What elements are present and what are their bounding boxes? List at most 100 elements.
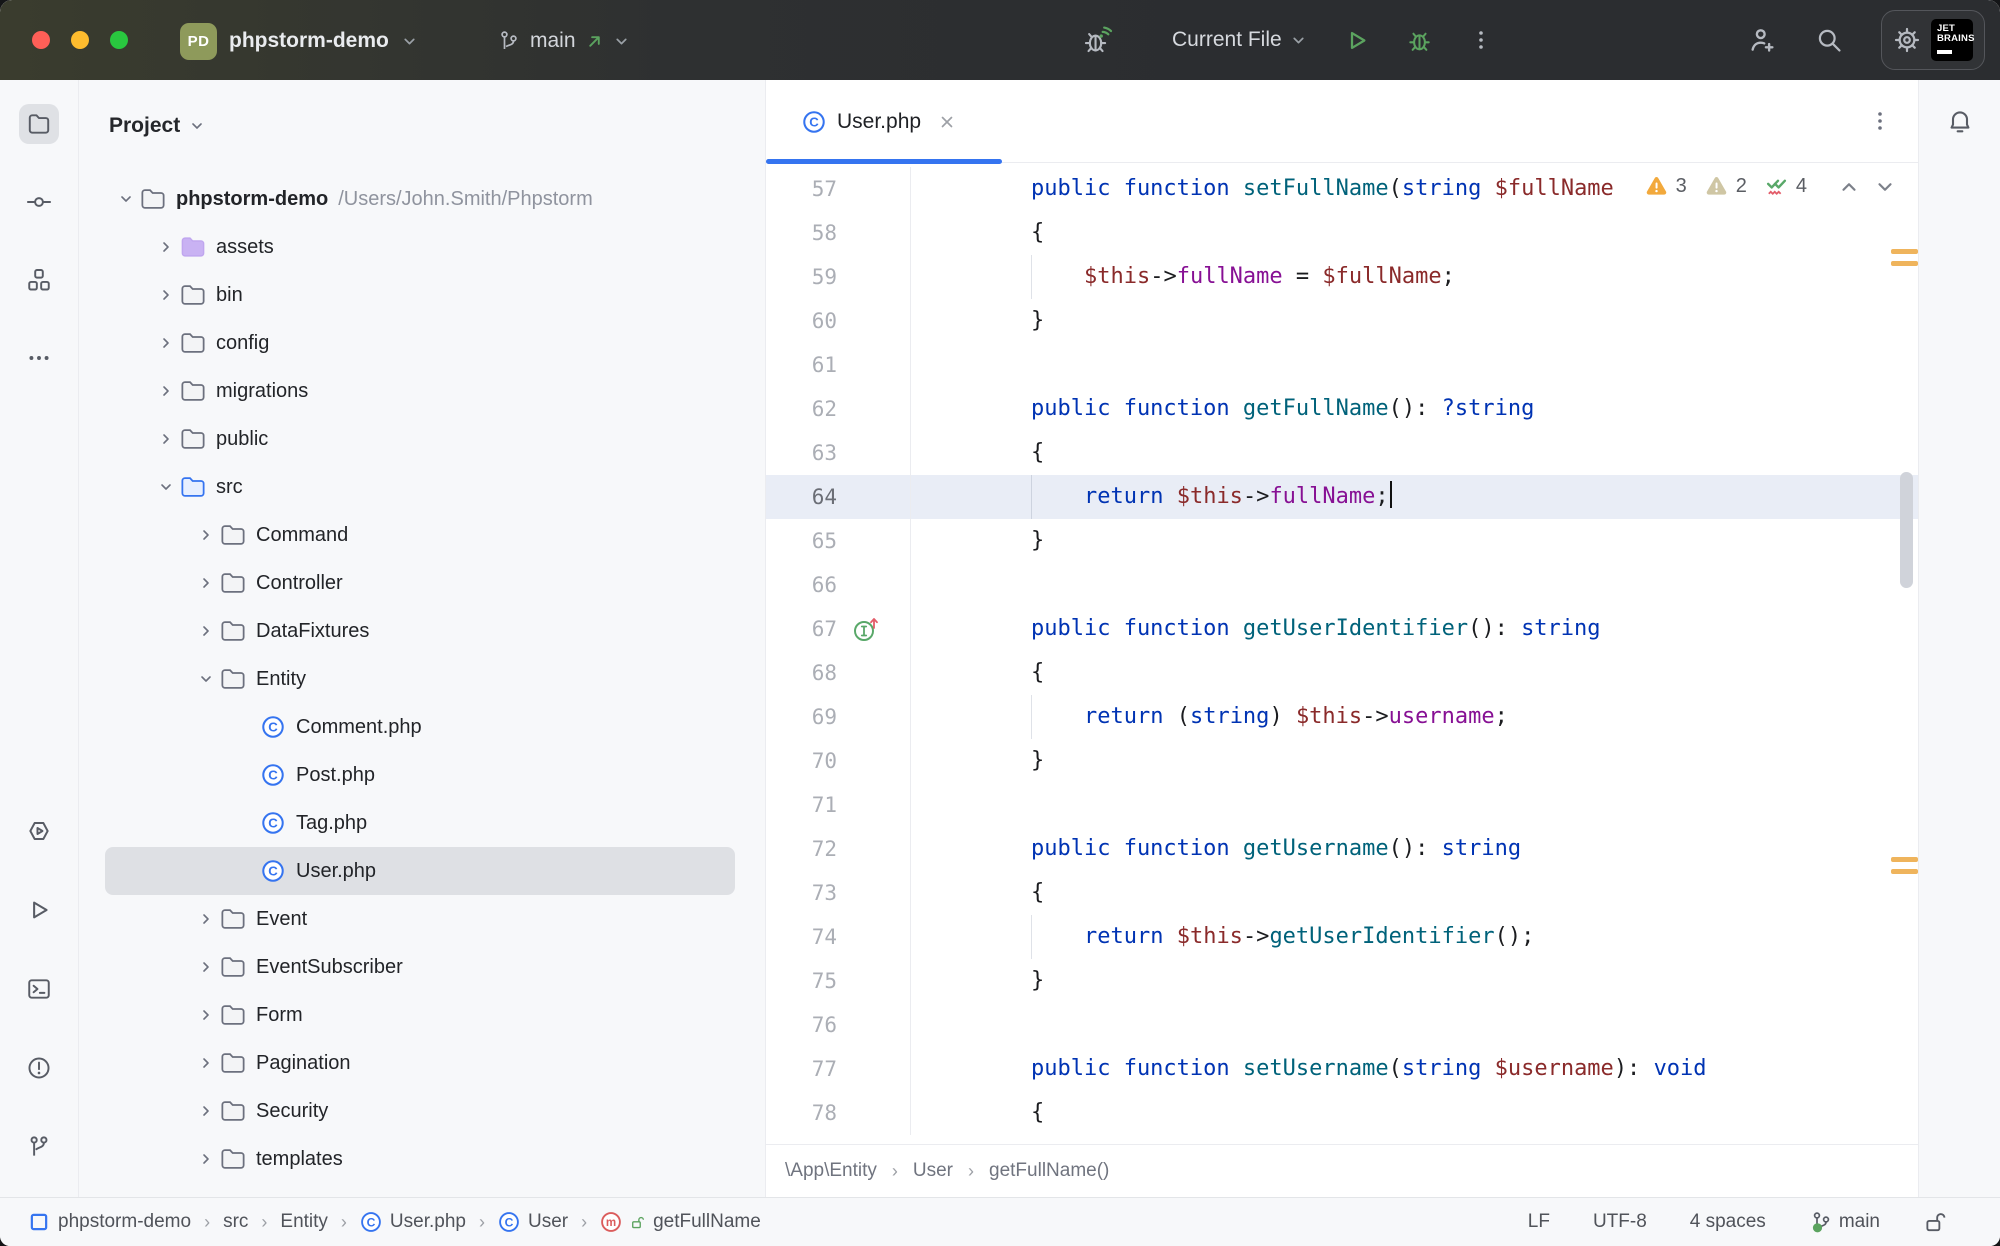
chevron-right-icon[interactable] bbox=[152, 431, 180, 447]
code-text[interactable]: } bbox=[911, 299, 1918, 343]
inspection-weak-warning[interactable]: 2 bbox=[1704, 174, 1747, 199]
code-line-74[interactable]: 74 return $this->getUserIdentifier(); bbox=[766, 915, 1918, 959]
tree-item-Event[interactable]: Event bbox=[105, 895, 735, 943]
tree-item-EventSubscriber[interactable]: EventSubscriber bbox=[105, 943, 735, 991]
tree-item-templates[interactable]: templates bbox=[105, 1135, 735, 1183]
line-number[interactable]: 60 bbox=[812, 299, 837, 343]
error-stripe-mark[interactable] bbox=[1891, 249, 1918, 254]
chevron-right-icon[interactable] bbox=[192, 911, 220, 927]
code-text[interactable] bbox=[911, 563, 1918, 607]
editor-gutter[interactable]: 72 bbox=[766, 827, 911, 871]
line-number[interactable]: 63 bbox=[812, 431, 837, 475]
editor-scrollbar-thumb[interactable] bbox=[1900, 472, 1913, 588]
code-line-62[interactable]: 62 public function getFullName(): ?strin… bbox=[766, 387, 1918, 431]
editor-gutter[interactable]: 60 bbox=[766, 299, 911, 343]
line-number[interactable]: 59 bbox=[812, 255, 837, 299]
tree-item-public[interactable]: public bbox=[105, 415, 735, 463]
code-line-75[interactable]: 75 } bbox=[766, 959, 1918, 1003]
line-number[interactable]: 66 bbox=[812, 563, 837, 607]
line-number[interactable]: 75 bbox=[812, 959, 837, 1003]
code-text[interactable]: public function getUserIdentifier(): str… bbox=[911, 607, 1918, 651]
editor-gutter[interactable]: 67 bbox=[766, 607, 911, 651]
code-text[interactable]: return $this->getUserIdentifier(); bbox=[911, 915, 1918, 959]
code-text[interactable]: public function getFullName(): ?string bbox=[911, 387, 1918, 431]
line-number[interactable]: 73 bbox=[812, 871, 837, 915]
chevron-down-icon[interactable] bbox=[192, 671, 220, 687]
search-everywhere-icon[interactable] bbox=[1815, 26, 1843, 54]
code-line-61[interactable]: 61 bbox=[766, 343, 1918, 387]
code-text[interactable]: { bbox=[911, 211, 1918, 255]
code-text[interactable] bbox=[911, 783, 1918, 827]
code-line-68[interactable]: 68 { bbox=[766, 651, 1918, 695]
tool-strip-version-control-button[interactable] bbox=[19, 1127, 59, 1167]
code-line-59[interactable]: 59 $this->fullName = $fullName; bbox=[766, 255, 1918, 299]
editor-gutter[interactable]: 69 bbox=[766, 695, 911, 739]
editor-gutter[interactable]: 76 bbox=[766, 1003, 911, 1047]
code-line-66[interactable]: 66 bbox=[766, 563, 1918, 607]
code-line-60[interactable]: 60 } bbox=[766, 299, 1918, 343]
code-text[interactable]: { bbox=[911, 1091, 1918, 1135]
tree-item-migrations[interactable]: migrations bbox=[105, 367, 735, 415]
chevron-down-icon[interactable] bbox=[152, 479, 180, 495]
editor-gutter[interactable]: 73 bbox=[766, 871, 911, 915]
editor-gutter[interactable]: 68 bbox=[766, 651, 911, 695]
code-text[interactable]: { bbox=[911, 871, 1918, 915]
tab-user-php[interactable]: C User.php bbox=[766, 80, 1002, 163]
line-number[interactable]: 67 bbox=[812, 607, 837, 651]
line-number[interactable]: 62 bbox=[812, 387, 837, 431]
line-number[interactable]: 65 bbox=[812, 519, 837, 563]
line-number[interactable]: 70 bbox=[812, 739, 837, 783]
next-problem-icon[interactable] bbox=[1874, 176, 1896, 198]
tree-item-Command[interactable]: Command bbox=[105, 511, 735, 559]
line-number[interactable]: 57 bbox=[812, 167, 837, 211]
code-line-77[interactable]: 77 public function setUsername(string $u… bbox=[766, 1047, 1918, 1091]
editor-gutter[interactable]: 74 bbox=[766, 915, 911, 959]
chevron-right-icon[interactable] bbox=[192, 1007, 220, 1023]
editor-gutter[interactable]: 75 bbox=[766, 959, 911, 1003]
tree-item-Security[interactable]: Security bbox=[105, 1087, 735, 1135]
status-crumb-User[interactable]: CUser bbox=[498, 1211, 568, 1233]
tree-item-Post.php[interactable]: CPost.php bbox=[105, 751, 735, 799]
line-number[interactable]: 64 bbox=[812, 475, 837, 519]
code-with-me-icon[interactable] bbox=[1747, 25, 1777, 55]
tree-item-src[interactable]: src bbox=[105, 463, 735, 511]
code-line-78[interactable]: 78 { bbox=[766, 1091, 1918, 1135]
line-number[interactable]: 61 bbox=[812, 343, 837, 387]
vcs-widget[interactable]: main bbox=[497, 20, 630, 62]
settings-widget[interactable]: JETBRAINS bbox=[1881, 10, 1985, 70]
error-stripe-mark[interactable] bbox=[1891, 869, 1918, 874]
status-crumb-phpstorm-demo[interactable]: phpstorm-demo bbox=[28, 1211, 191, 1233]
inspection-warning[interactable]: 3 bbox=[1644, 174, 1687, 199]
code-line-73[interactable]: 73 { bbox=[766, 871, 1918, 915]
project-widget[interactable]: PD phpstorm-demo bbox=[180, 20, 418, 62]
tool-strip-more-button[interactable] bbox=[19, 338, 59, 378]
chevron-right-icon[interactable] bbox=[192, 1151, 220, 1167]
chevron-right-icon[interactable] bbox=[192, 623, 220, 639]
code-line-64[interactable]: 64 return $this->fullName; bbox=[766, 475, 1918, 519]
editor-gutter[interactable]: 59 bbox=[766, 255, 911, 299]
line-number[interactable]: 78 bbox=[812, 1091, 837, 1135]
code-text[interactable]: } bbox=[911, 739, 1918, 783]
inspection-ok[interactable]: 4 bbox=[1764, 174, 1807, 199]
tree-item-assets[interactable]: assets bbox=[105, 223, 735, 271]
line-number[interactable]: 74 bbox=[812, 915, 837, 959]
tool-strip-problems-button[interactable] bbox=[19, 1048, 59, 1088]
code-text[interactable] bbox=[911, 1003, 1918, 1047]
breadcrumb-item[interactable]: \App\Entity bbox=[785, 1160, 877, 1182]
zoom-window-button[interactable] bbox=[110, 31, 128, 49]
line-number[interactable]: 77 bbox=[812, 1047, 837, 1091]
code-line-71[interactable]: 71 bbox=[766, 783, 1918, 827]
line-number[interactable]: 68 bbox=[812, 651, 837, 695]
editor-gutter[interactable]: 63 bbox=[766, 431, 911, 475]
tool-strip-commit-button[interactable] bbox=[19, 182, 59, 222]
tree-item-phpstorm-demo[interactable]: phpstorm-demo/Users/John.Smith/Phpstorm bbox=[105, 175, 735, 223]
status-indent[interactable]: 4 spaces bbox=[1690, 1211, 1766, 1233]
close-window-button[interactable] bbox=[32, 31, 50, 49]
line-number[interactable]: 58 bbox=[812, 211, 837, 255]
code-line-65[interactable]: 65 } bbox=[766, 519, 1918, 563]
close-tab-icon[interactable] bbox=[938, 113, 956, 131]
editor-gutter[interactable]: 64 bbox=[766, 475, 911, 519]
run-button[interactable] bbox=[1343, 27, 1370, 54]
tree-item-Tag.php[interactable]: CTag.php bbox=[105, 799, 735, 847]
more-run-options-icon[interactable] bbox=[1469, 28, 1493, 52]
